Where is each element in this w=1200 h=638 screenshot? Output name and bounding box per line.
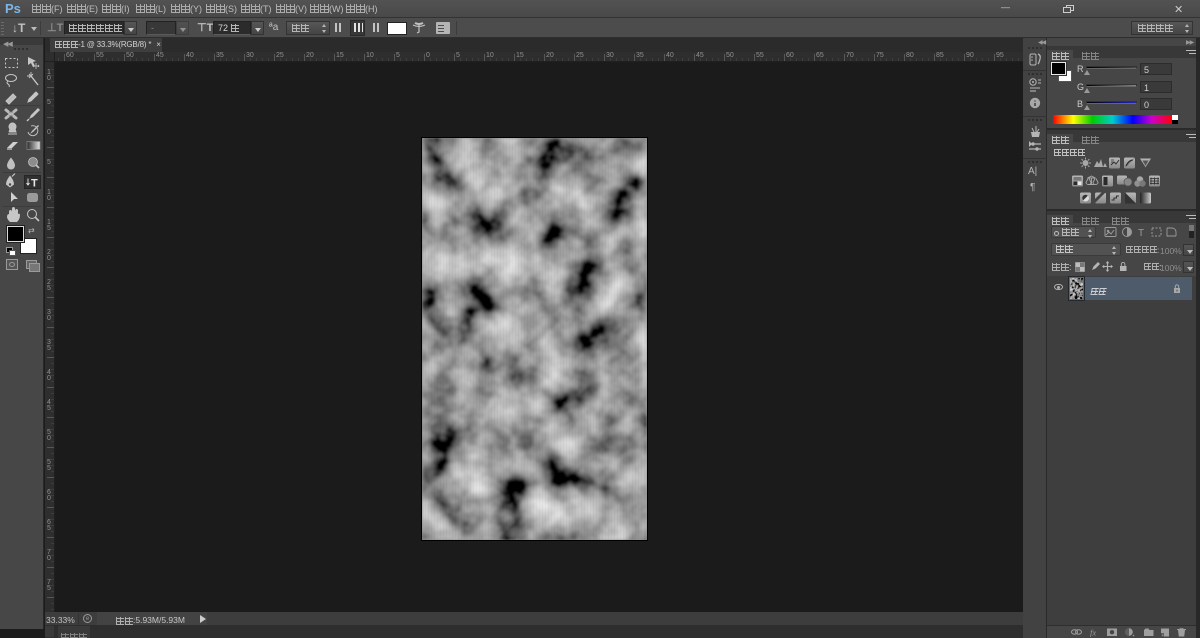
svg-text:fx: fx	[1090, 628, 1096, 638]
svg-text:¶: ¶	[1030, 182, 1035, 193]
svg-text:T: T	[1138, 228, 1144, 238]
svg-text:A|: A|	[1028, 166, 1037, 177]
